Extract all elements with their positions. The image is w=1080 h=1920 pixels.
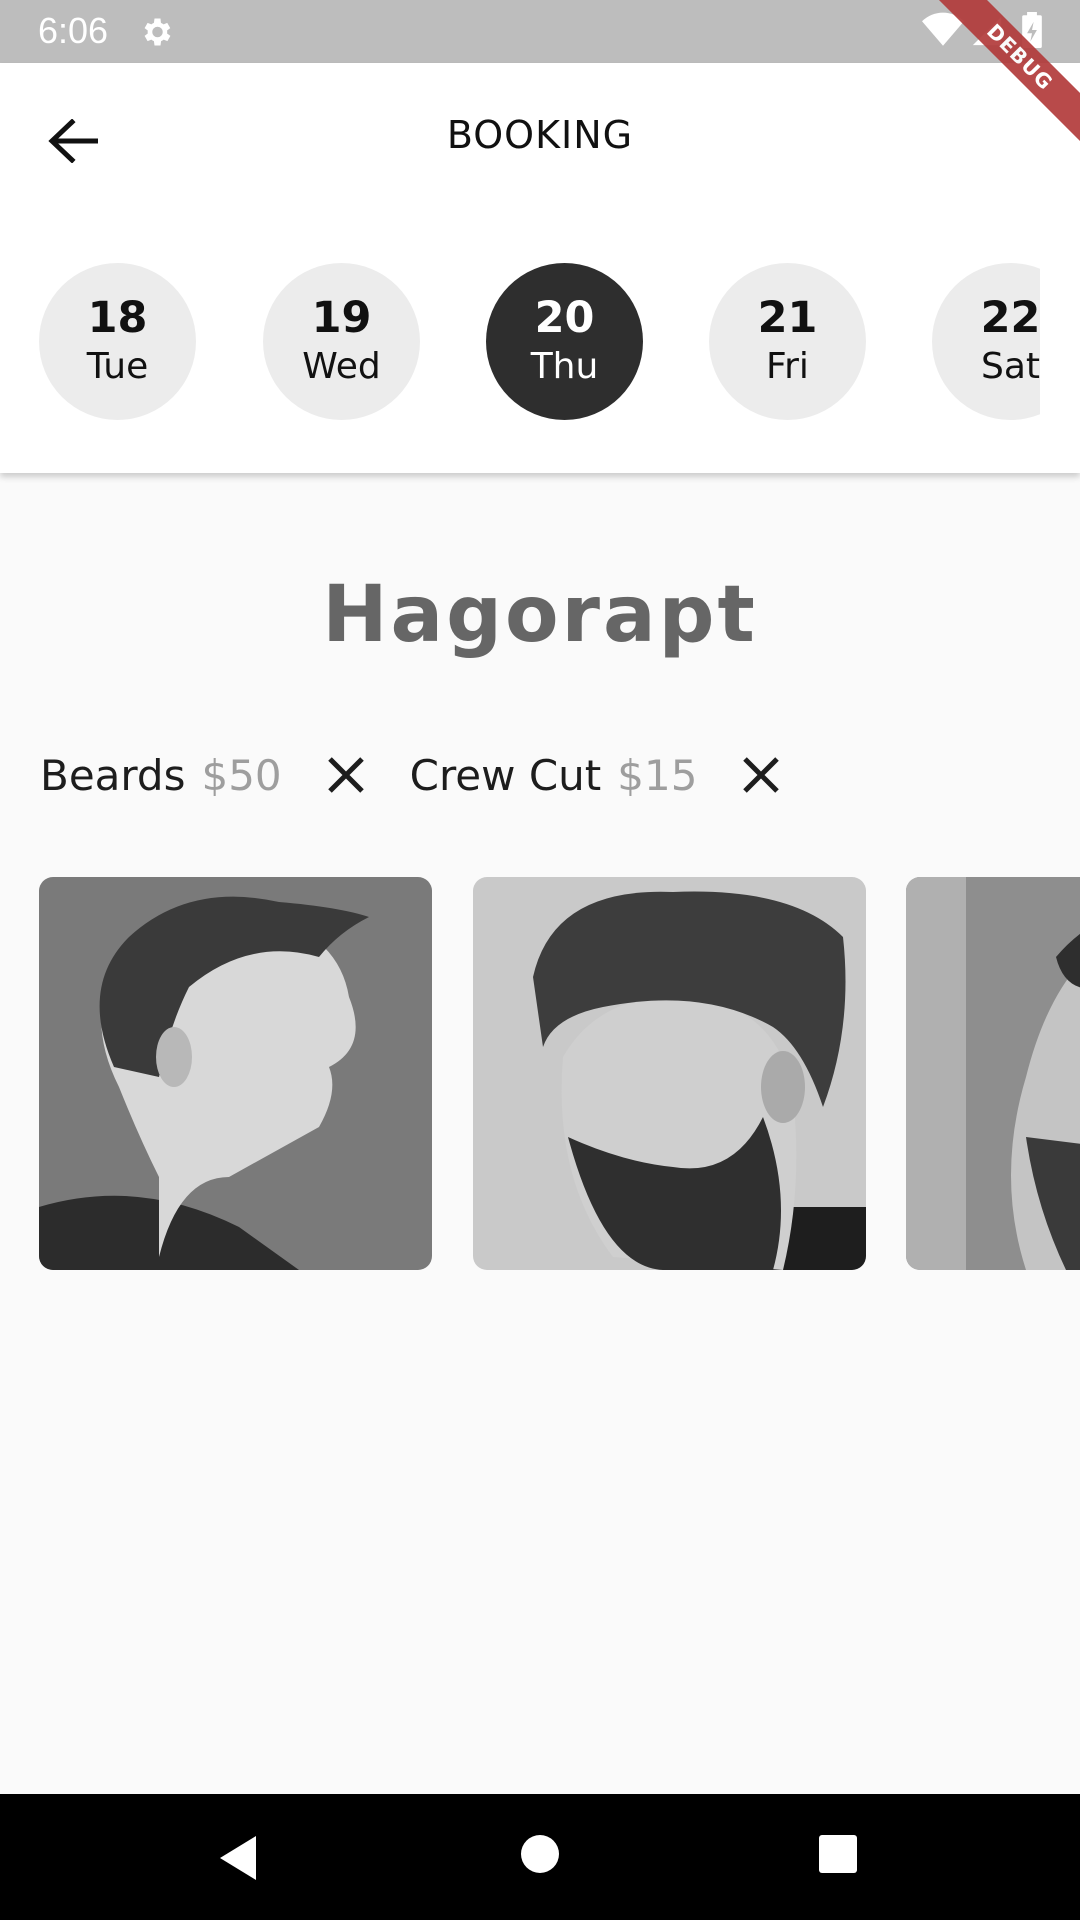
- status-bar: 6:06: [0, 0, 1080, 63]
- haircut-photo-beard-profile-image: [906, 877, 1080, 1270]
- status-time: 6:06: [38, 10, 109, 51]
- remove-service-button[interactable]: [731, 745, 791, 805]
- nav-home-icon[interactable]: [520, 1834, 560, 1874]
- service-name: Beards: [40, 750, 186, 800]
- date-item-19[interactable]: 19 Wed: [263, 263, 420, 420]
- service-name: Crew Cut: [409, 750, 602, 800]
- selected-services: Beards $50 Crew Cut $15: [40, 740, 825, 810]
- haircut-gallery[interactable]: [0, 877, 1080, 1270]
- service-price: $15: [617, 750, 698, 800]
- haircut-photo-side-fade[interactable]: [39, 877, 432, 1270]
- gear-icon: [144, 18, 171, 46]
- system-navigation-bar: [0, 1794, 1080, 1920]
- date-weekday: Thu: [530, 345, 599, 387]
- date-weekday: Sat: [980, 345, 1040, 387]
- date-weekday: Wed: [302, 345, 381, 387]
- close-icon: [743, 757, 780, 793]
- remove-service-button[interactable]: [316, 745, 376, 805]
- date-day: 18: [87, 292, 148, 343]
- date-weekday: Fri: [766, 345, 809, 387]
- date-item-22[interactable]: 22 Sat: [932, 263, 1040, 420]
- date-item-18[interactable]: 18 Tue: [39, 263, 196, 420]
- haircut-photo-beard-profile[interactable]: [906, 877, 1080, 1270]
- date-item-20-selected[interactable]: 20 Thu: [486, 263, 643, 420]
- date-selector[interactable]: 18 Tue 19 Wed 20 Thu 21 Fri 22 Sat: [0, 263, 1040, 421]
- app-bar: BOOKING 18 Tue 19 Wed 20 Thu 21 Fri 22 S…: [0, 63, 1080, 473]
- date-weekday: Tue: [86, 345, 149, 387]
- close-icon: [327, 757, 364, 793]
- haircut-photo-side-fade-image: [39, 877, 432, 1270]
- date-day: 21: [757, 292, 818, 343]
- date-day: 20: [534, 292, 595, 343]
- service-price: $50: [201, 750, 282, 800]
- nav-back-icon[interactable]: [216, 1834, 260, 1882]
- service-chip: Crew Cut $15: [410, 745, 792, 805]
- page-title: BOOKING: [446, 113, 634, 157]
- haircut-photo-pompadour-beard-image: [473, 877, 866, 1270]
- date-day: 19: [311, 292, 372, 343]
- date-item-21[interactable]: 21 Fri: [709, 263, 866, 420]
- nav-recents-icon[interactable]: [818, 1834, 858, 1874]
- service-chip: Beards $50: [40, 745, 376, 805]
- shop-name: Hagorapt: [322, 570, 758, 660]
- haircut-photo-pompadour-beard[interactable]: [473, 877, 866, 1270]
- date-day: 22: [980, 292, 1040, 343]
